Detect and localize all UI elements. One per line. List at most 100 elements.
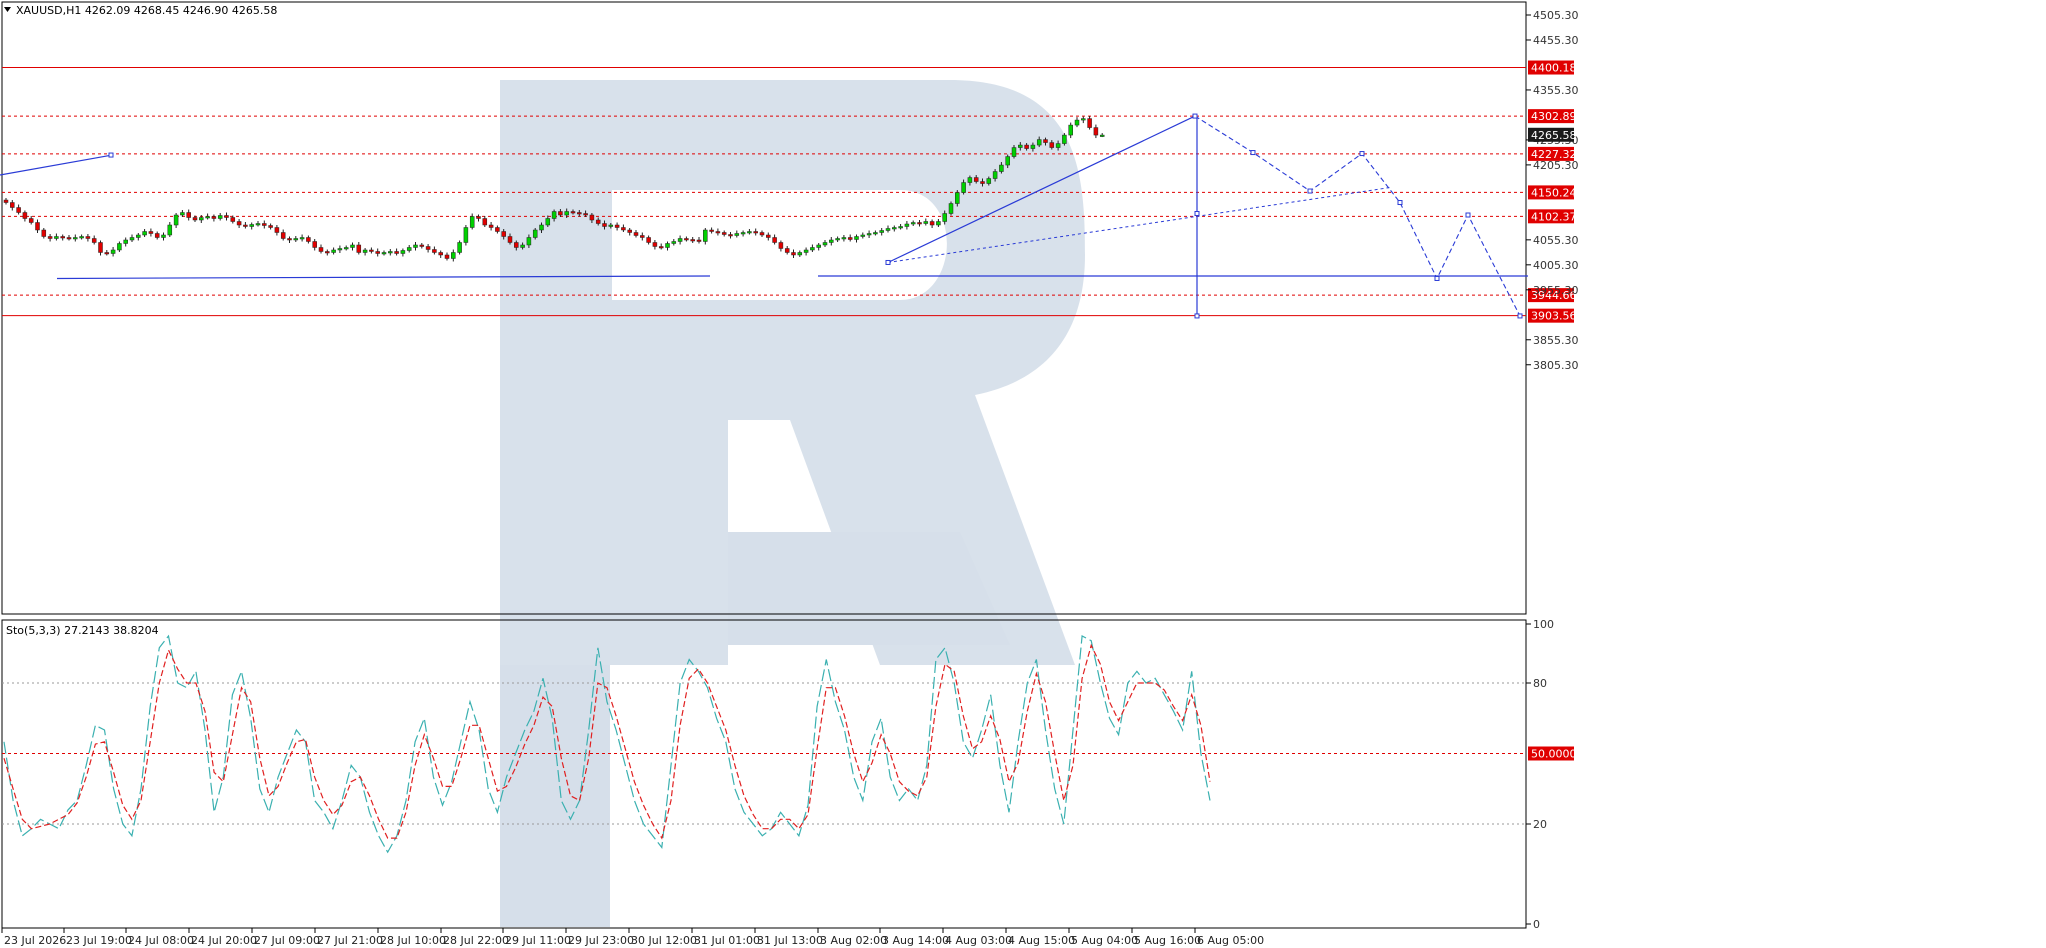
candle-body-159 xyxy=(1005,156,1010,166)
candle-body-55 xyxy=(350,244,355,248)
candle-body-13 xyxy=(85,236,91,239)
candle-body-138 xyxy=(873,232,878,235)
candle-body-26 xyxy=(167,224,173,236)
candle-body-150 xyxy=(948,203,954,214)
forecast-node-8 xyxy=(1517,313,1523,319)
price-tick-label-0: 4505.30 xyxy=(1533,9,1579,22)
candle-body-6 xyxy=(41,229,47,237)
forecast-node-2 xyxy=(1250,150,1256,156)
candle-body-104 xyxy=(658,246,664,249)
stochastic-tick-label-0: 100 xyxy=(1533,618,1554,631)
trading-chart[interactable]: 4400.184302.894227.324150.244102.373944.… xyxy=(0,0,2046,948)
candle-body-76 xyxy=(482,218,488,226)
candle-body-94 xyxy=(595,219,601,224)
candle-body-133 xyxy=(841,237,847,240)
candle-body-71 xyxy=(451,252,456,259)
watermark-logo xyxy=(500,80,1085,927)
price-tick-label-9: 3805.30 xyxy=(1533,359,1579,372)
candle-body-161 xyxy=(1018,144,1023,148)
candle-body-157 xyxy=(992,171,998,179)
candle-body-151 xyxy=(955,192,960,204)
candle-body-95 xyxy=(602,223,607,227)
candle-body-74 xyxy=(469,216,475,228)
forecast-node-7 xyxy=(1465,212,1471,218)
candle-body-23 xyxy=(148,231,154,234)
triangle-down-icon[interactable] xyxy=(4,7,11,12)
trend-line-1 xyxy=(56,275,711,280)
candle-body-92 xyxy=(583,213,588,216)
candle-body-169 xyxy=(1068,124,1073,136)
candle-body-1 xyxy=(10,202,15,208)
candle-body-154 xyxy=(973,177,979,182)
price-tick-label-1: 4455.30 xyxy=(1533,34,1579,47)
candle-body-99 xyxy=(627,229,632,233)
candle-body-49 xyxy=(312,241,317,248)
candle-body-68 xyxy=(432,249,437,253)
candle-body-82 xyxy=(520,244,525,248)
candle-body-145 xyxy=(917,222,922,225)
candle-body-126 xyxy=(797,252,803,256)
candle-body-158 xyxy=(999,164,1004,172)
candle-body-79 xyxy=(501,231,506,237)
candle-body-36 xyxy=(230,217,236,222)
trend-line-handle xyxy=(108,152,114,158)
candle-body-110 xyxy=(696,239,702,242)
price-tick-label-8: 3855.30 xyxy=(1533,334,1579,347)
candle-body-8 xyxy=(54,236,59,239)
candle-body-63 xyxy=(400,250,406,254)
candle-body-123 xyxy=(778,242,784,249)
stochastic-y-axis: 100 80 50.0000 20 0 xyxy=(1526,618,1577,931)
candle-body-96 xyxy=(608,224,614,227)
forecast-target-node xyxy=(1194,313,1200,319)
candle-body-131 xyxy=(829,239,834,243)
candle-body-48 xyxy=(306,237,311,242)
candle-body-160 xyxy=(1011,147,1017,157)
price-tick-label-7: 3955.30 xyxy=(1533,284,1579,297)
candle-body-44 xyxy=(280,232,286,239)
candle-body-128 xyxy=(810,247,815,251)
price-y-axis: 4400.184302.894227.324150.244102.373944.… xyxy=(1526,9,1579,372)
candle-body-32 xyxy=(205,216,210,219)
candle-body-4 xyxy=(28,218,34,223)
candle-body-62 xyxy=(394,251,399,254)
candle-body-147 xyxy=(929,221,935,226)
indicator-header: Sto(5,3,3) 27.2143 38.8204 xyxy=(6,624,159,637)
forecast-node-1 xyxy=(1192,113,1198,119)
candle-body-167 xyxy=(1055,143,1061,148)
level-tag-0: 4400.18 xyxy=(1531,62,1577,75)
candle-body-7 xyxy=(47,236,53,239)
candle-body-60 xyxy=(381,252,387,255)
candle-body-143 xyxy=(904,223,910,227)
candle-body-28 xyxy=(180,212,185,216)
time-tick-label-13: 3 Aug 02:00 xyxy=(820,934,887,947)
candle-body-57 xyxy=(362,249,368,253)
candle-body-61 xyxy=(388,251,393,254)
forecast-node-5 xyxy=(1397,200,1403,206)
candle-body-127 xyxy=(803,249,809,253)
candle-body-16 xyxy=(104,252,110,255)
candle-body-121 xyxy=(766,234,771,238)
time-tick-label-18: 5 Aug 16:00 xyxy=(1134,934,1201,947)
candle-body-142 xyxy=(898,226,903,229)
watermark-r-stem xyxy=(500,665,610,927)
candle-body-83 xyxy=(526,237,532,246)
candle-body-84 xyxy=(532,229,538,238)
candle-body-50 xyxy=(318,247,324,252)
candle-body-132 xyxy=(835,238,840,241)
candle-body-135 xyxy=(854,236,859,240)
price-tick-label-4: 4205.30 xyxy=(1533,159,1579,172)
candle-body-162 xyxy=(1024,144,1029,149)
candle-body-42 xyxy=(268,225,273,228)
current-price-tag: 4265.58 xyxy=(1531,129,1577,142)
candle-body-113 xyxy=(715,231,721,234)
candle-body-35 xyxy=(224,215,229,218)
candle-body-27 xyxy=(173,214,179,226)
time-tick-label-7: 28 Jul 22:00 xyxy=(443,934,509,947)
time-tick-label-9: 29 Jul 23:00 xyxy=(568,934,634,947)
candle-body-173 xyxy=(1093,127,1099,136)
stochastic-grid-lines xyxy=(2,682,1526,825)
level-tag-6: 3903.56 xyxy=(1531,310,1577,323)
candle-body-89 xyxy=(564,211,569,216)
candle-body-3 xyxy=(22,212,28,219)
candle-body-34 xyxy=(217,215,223,219)
